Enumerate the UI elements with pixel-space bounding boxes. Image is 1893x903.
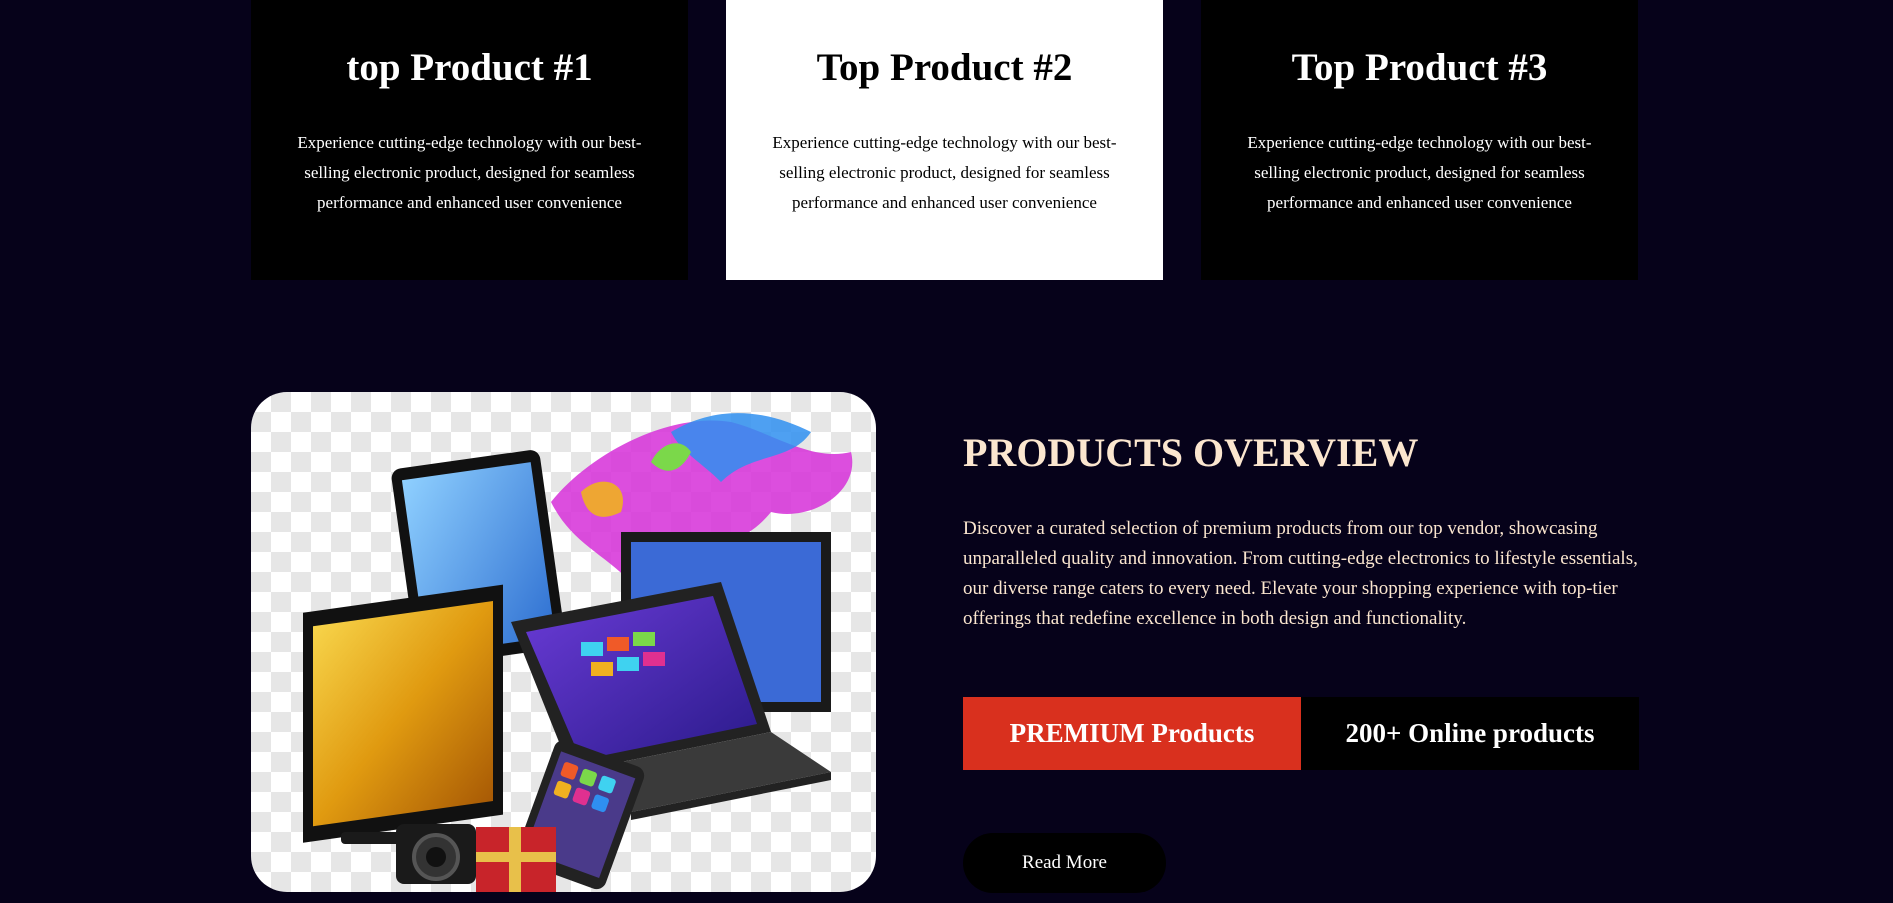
top-product-description: Experience cutting-edge technology with … [297, 133, 642, 212]
online-products-badge: 200+ Online products [1301, 697, 1639, 770]
electronics-collage-image [251, 392, 876, 892]
top-product-card-2: Top Product #2 Experience cutting-edge t… [726, 0, 1163, 280]
top-product-description: Experience cutting-edge technology with … [772, 133, 1117, 212]
top-product-title: top Product #1 [346, 46, 593, 89]
top-product-title: Top Product #3 [1291, 46, 1548, 89]
premium-products-badge: PREMIUM Products [963, 697, 1301, 770]
top-product-description: Experience cutting-edge technology with … [1247, 133, 1592, 212]
top-product-card-1: top Product #1 Experience cutting-edge t… [251, 0, 688, 280]
top-product-title: Top Product #2 [816, 46, 1073, 89]
read-more-button[interactable]: Read More [963, 833, 1166, 893]
overview-title: PRODUCTS OVERVIEW [963, 430, 1419, 475]
top-product-card-3: Top Product #3 Experience cutting-edge t… [1201, 0, 1638, 280]
electronics-illustration [303, 413, 853, 892]
overview-description: Discover a curated selection of premium … [963, 518, 1638, 629]
